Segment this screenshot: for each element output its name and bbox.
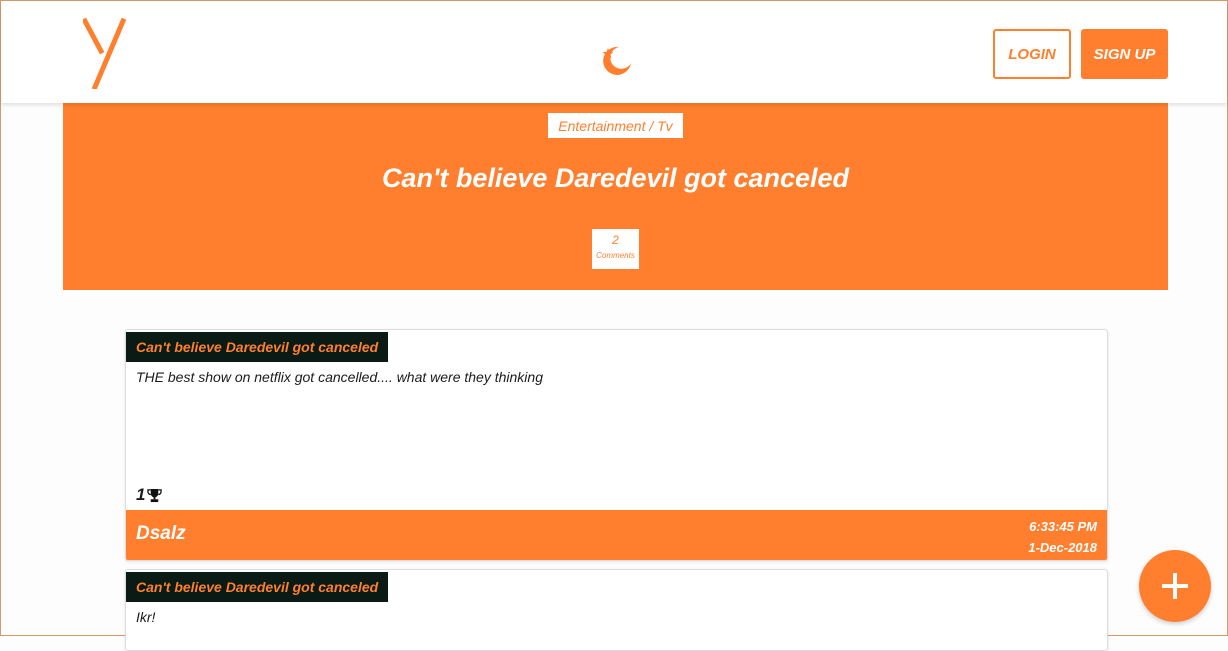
- post-author[interactable]: Dsalz: [136, 523, 186, 545]
- trophy-icon[interactable]: [147, 488, 163, 503]
- y-logo-icon[interactable]: [83, 17, 127, 89]
- post-date: 1-Dec-2018: [1028, 540, 1097, 555]
- category-tag[interactable]: Entertainment / Tv: [548, 113, 683, 138]
- post-title-tag[interactable]: Can't believe Daredevil got canceled: [126, 332, 389, 362]
- signup-button[interactable]: SIGN UP: [1081, 29, 1168, 79]
- comment-count-badge: 2 Comments: [592, 229, 639, 269]
- page-title: Can't believe Daredevil got canceled: [381, 163, 850, 193]
- comment-count-label: Comments: [596, 251, 635, 260]
- post-timestamp: 6:33:45 PM 1-Dec-2018: [1028, 516, 1097, 558]
- comment-count: 2: [612, 233, 619, 247]
- plus-icon: [1162, 573, 1188, 599]
- post-card: Can't believe Daredevil got canceled Ikr…: [125, 569, 1108, 651]
- likes: 1: [136, 485, 163, 505]
- post-time: 6:33:45 PM: [1029, 519, 1097, 534]
- add-post-button[interactable]: [1139, 550, 1211, 622]
- post-body: THE best show on netflix got cancelled..…: [136, 369, 543, 385]
- like-count: 1: [136, 485, 146, 504]
- post-footer: Dsalz 6:33:45 PM 1-Dec-2018: [126, 510, 1107, 560]
- post-title-tag[interactable]: Can't believe Daredevil got canceled: [126, 572, 389, 602]
- post-body: Ikr!: [136, 609, 156, 625]
- post-card: Can't believe Daredevil got canceled THE…: [125, 329, 1108, 561]
- navbar: LOGIN SIGN UP: [1, 1, 1227, 103]
- login-button[interactable]: LOGIN: [993, 29, 1071, 79]
- moon-star-icon[interactable]: [597, 43, 633, 77]
